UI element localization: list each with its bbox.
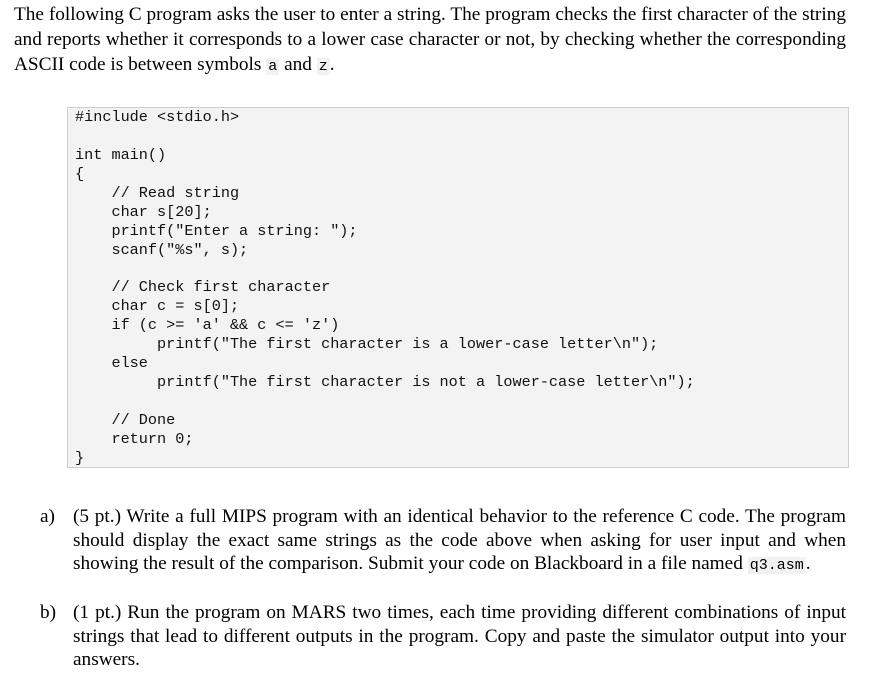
code-line: if (c >= 'a' && c <= 'z') (75, 316, 340, 335)
code-block: #include <stdio.h> int main(){ // Read st… (67, 107, 849, 468)
code-line: return 0; (75, 429, 194, 448)
question-text: (5 pt.) Write a full MIPS program with a… (73, 505, 846, 578)
intro-paragraph: The following C program asks the user to… (14, 2, 846, 79)
question-label: a) (40, 506, 55, 527)
inline-code-a: a (266, 58, 280, 75)
code-line: int main() (75, 145, 167, 164)
question-label: b) (40, 602, 57, 623)
code-line: } (75, 448, 85, 467)
inline-code-z: z (316, 58, 330, 75)
code-listing: #include <stdio.h> int main(){ // Read st… (75, 108, 695, 468)
intro-and: and (279, 54, 317, 75)
code-line: else (75, 354, 148, 373)
question-body: (5 pt.) Write a full MIPS program with a… (73, 506, 846, 574)
filename-code: q3.asm (747, 557, 806, 574)
question-body: (1 pt.) Run the program on MARS two time… (73, 602, 846, 670)
code-line: printf("The first character is a lower-c… (75, 335, 659, 354)
code-line: // Check first character (75, 278, 331, 297)
code-line: char s[20]; (75, 202, 212, 221)
code-line: // Read string (75, 183, 240, 202)
code-line: #include <stdio.h> (75, 108, 240, 126)
question-end: . (805, 553, 811, 574)
code-line: char c = s[0]; (75, 297, 240, 316)
code-line: printf("The first character is not a low… (75, 373, 695, 392)
code-line: scanf("%s", s); (75, 240, 249, 259)
code-line: { (75, 164, 85, 183)
code-line: printf("Enter a string: "); (75, 221, 358, 240)
intro-end: . (329, 54, 335, 75)
intro-text: The following C program asks the user to… (14, 4, 846, 75)
question-text: (1 pt.) Run the program on MARS two time… (73, 601, 846, 672)
code-line: // Done (75, 411, 176, 429)
